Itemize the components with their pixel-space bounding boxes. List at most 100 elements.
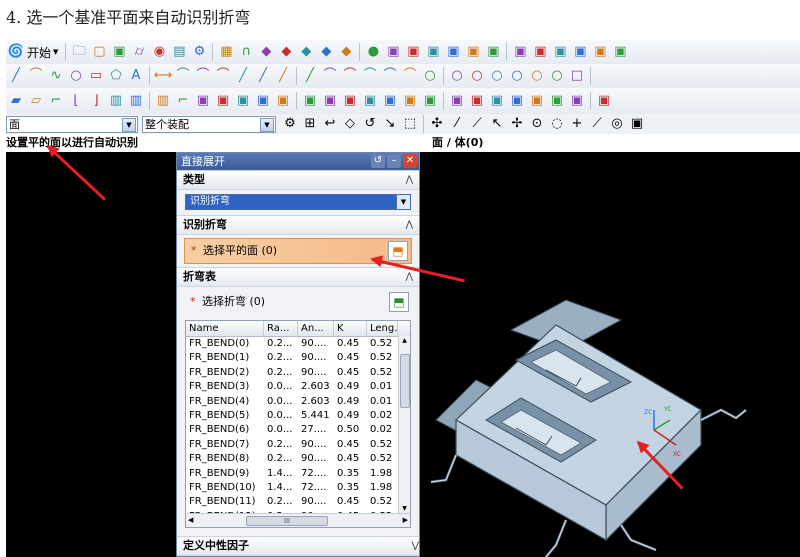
circle-icon[interactable]: ○ xyxy=(548,67,566,85)
scrollbar-thumb[interactable]: III xyxy=(246,516,328,526)
line-icon[interactable]: ╱ xyxy=(7,67,25,85)
face-select-icon[interactable]: ⬒ xyxy=(388,241,408,261)
cube-icon[interactable]: ▣ xyxy=(511,43,529,61)
arc-icon[interactable]: ⌒ xyxy=(27,67,45,85)
type-filter-select[interactable]: 面 ▼ xyxy=(6,115,138,133)
table-row[interactable]: FR_BEND(3) 0.0... 2.603 0.49 0.01 xyxy=(186,380,410,394)
start-menu-button[interactable]: 🌀 开始 ▼ xyxy=(6,43,59,61)
snap-quadrant-icon[interactable]: ◌ xyxy=(548,115,566,133)
unbend-icon[interactable]: ⌋ xyxy=(87,92,105,110)
chevron-down-icon[interactable]: ⋁ xyxy=(412,537,419,555)
table-row[interactable]: FR_BEND(1) 0.2... 90.... 0.45 0.52 xyxy=(186,351,410,365)
dialog-title-bar[interactable]: 直接展开 ↺ – ✕ xyxy=(177,153,419,170)
cube-icon[interactable]: ▣ xyxy=(381,92,399,110)
cube-icon[interactable]: ▣ xyxy=(424,43,442,61)
bend-table-section-header[interactable]: 折弯表 ⋀ xyxy=(177,267,419,287)
scroll-up-icon[interactable]: ▲ xyxy=(399,336,410,345)
cube-icon[interactable]: ▣ xyxy=(531,43,549,61)
cube-icon[interactable]: ▣ xyxy=(591,43,609,61)
shape-icon[interactable]: ◆ xyxy=(257,43,275,61)
arc-icon[interactable]: ⌒ xyxy=(214,67,232,85)
cube-icon[interactable]: ▣ xyxy=(468,92,486,110)
arc-icon[interactable]: ⌒ xyxy=(174,67,192,85)
flange-icon[interactable]: ⌐ xyxy=(174,92,192,110)
scroll-down-icon[interactable]: ▼ xyxy=(399,504,410,513)
cube-icon[interactable]: ▣ xyxy=(571,43,589,61)
bend-icon[interactable]: ⌊ xyxy=(67,92,85,110)
cube-icon[interactable]: ▣ xyxy=(551,43,569,61)
circle-icon[interactable]: ○ xyxy=(488,67,506,85)
cube-icon[interactable]: ▣ xyxy=(464,43,482,61)
neutral-factor-section-header[interactable]: 定义中性因子 ⋁ xyxy=(177,536,419,556)
flange-icon[interactable]: ⌐ xyxy=(47,92,65,110)
tab-icon[interactable]: ▱ xyxy=(27,92,45,110)
sphere-icon[interactable]: ● xyxy=(364,43,382,61)
table-row[interactable]: FR_BEND(0) 0.2... 90.... 0.45 0.52 xyxy=(186,337,410,351)
sheet-metal-icon[interactable]: ▰ xyxy=(7,92,25,110)
grid-icon[interactable]: ▦ xyxy=(217,43,235,61)
minimize-icon[interactable]: – xyxy=(387,154,401,168)
settings-icon[interactable]: ⚙ xyxy=(190,43,208,61)
magnet-icon[interactable]: ∩ xyxy=(237,43,255,61)
cube-icon[interactable]: ▣ xyxy=(421,92,439,110)
cube-icon[interactable]: ▣ xyxy=(528,92,546,110)
reset-icon[interactable]: ↺ xyxy=(371,154,385,168)
circle-icon[interactable]: ○ xyxy=(528,67,546,85)
shape-icon[interactable]: ◆ xyxy=(317,43,335,61)
cylinder-icon[interactable]: ⌭ xyxy=(130,43,148,61)
arc-icon[interactable]: ⌒ xyxy=(321,67,339,85)
table-row[interactable]: FR_BEND(2) 0.2... 90.... 0.45 0.52 xyxy=(186,366,410,380)
line-icon[interactable]: ╱ xyxy=(274,67,292,85)
circle-icon[interactable]: ○ xyxy=(508,67,526,85)
cube-icon[interactable]: ▣ xyxy=(321,92,339,110)
cube-icon[interactable]: ▣ xyxy=(508,92,526,110)
circle-icon[interactable]: ○ xyxy=(448,67,466,85)
scroll-right-icon[interactable]: ▶ xyxy=(403,514,408,526)
circle-icon[interactable]: ○ xyxy=(67,67,85,85)
arc-icon[interactable]: ⌒ xyxy=(341,67,359,85)
snap-box-icon[interactable]: ▣ xyxy=(628,115,646,133)
line-icon[interactable]: ╱ xyxy=(301,67,319,85)
cube-icon[interactable]: ▣ xyxy=(254,92,272,110)
chevron-down-icon[interactable]: ▼ xyxy=(396,195,410,209)
cube-icon[interactable]: ▣ xyxy=(110,43,128,61)
snap-intersection-icon[interactable]: ✢ xyxy=(508,115,526,133)
bend-select-icon[interactable]: ⬒ xyxy=(389,292,409,312)
cube-icon[interactable]: ▣ xyxy=(568,92,586,110)
folder-icon[interactable]: 🗀 xyxy=(70,43,88,61)
cube-icon[interactable]: ▣ xyxy=(401,92,419,110)
cube-icon[interactable]: ▣ xyxy=(234,92,252,110)
dimension-icon[interactable]: ⟷ xyxy=(154,67,173,85)
cube-icon[interactable]: ▣ xyxy=(341,92,359,110)
rectangle-icon[interactable]: ▭ xyxy=(87,67,105,85)
table-row[interactable]: FR_BEND(10) 1.4... 72.... 0.35 1.98 xyxy=(186,481,410,495)
sheet-metal-model[interactable]: ZC YC XC xyxy=(416,270,800,557)
snap-face-icon[interactable]: ◎ xyxy=(608,115,626,133)
horizontal-scrollbar[interactable]: ◀ III ▶ xyxy=(186,513,410,527)
snap-control-icon[interactable]: ↖ xyxy=(488,115,506,133)
line-icon[interactable]: ╱ xyxy=(234,67,252,85)
circle-icon[interactable]: ○ xyxy=(468,67,486,85)
cube-icon[interactable]: ▣ xyxy=(548,92,566,110)
table-row[interactable]: FR_BEND(9) 1.4... 72.... 0.35 1.98 xyxy=(186,467,410,481)
shape-icon[interactable]: ◆ xyxy=(297,43,315,61)
arc-icon[interactable]: ⌒ xyxy=(194,67,212,85)
column-header-length[interactable]: Leng... xyxy=(367,321,398,336)
table-row[interactable]: FR_BEND(11) 0.2... 90.... 0.45 0.52 xyxy=(186,495,410,509)
type-section-header[interactable]: 类型 ⋀ xyxy=(177,170,419,190)
snap-point-icon[interactable]: ✣ xyxy=(428,115,446,133)
arc-icon[interactable]: ⌒ xyxy=(401,67,419,85)
table-row[interactable]: FR_BEND(5) 0.0... 5.441 0.49 0.02 xyxy=(186,409,410,423)
chevron-down-icon[interactable]: ▼ xyxy=(260,117,274,132)
snap-icon[interactable]: ↺ xyxy=(361,115,379,133)
snap-end-icon[interactable]: ⁄ xyxy=(448,115,466,133)
cube-icon[interactable]: ▣ xyxy=(484,43,502,61)
chevron-up-icon[interactable]: ⋀ xyxy=(406,216,413,234)
select-bend-row[interactable]: * 选择折弯 (0) ⬒ xyxy=(184,290,412,314)
text-icon[interactable]: A xyxy=(127,67,145,85)
arc-icon[interactable]: ⌒ xyxy=(381,67,399,85)
select-all-icon[interactable]: ⊞ xyxy=(301,115,319,133)
snap-center-icon[interactable]: ⊙ xyxy=(528,115,546,133)
curve-icon[interactable]: ◇ xyxy=(341,115,359,133)
cube-icon[interactable]: ▣ xyxy=(214,92,232,110)
